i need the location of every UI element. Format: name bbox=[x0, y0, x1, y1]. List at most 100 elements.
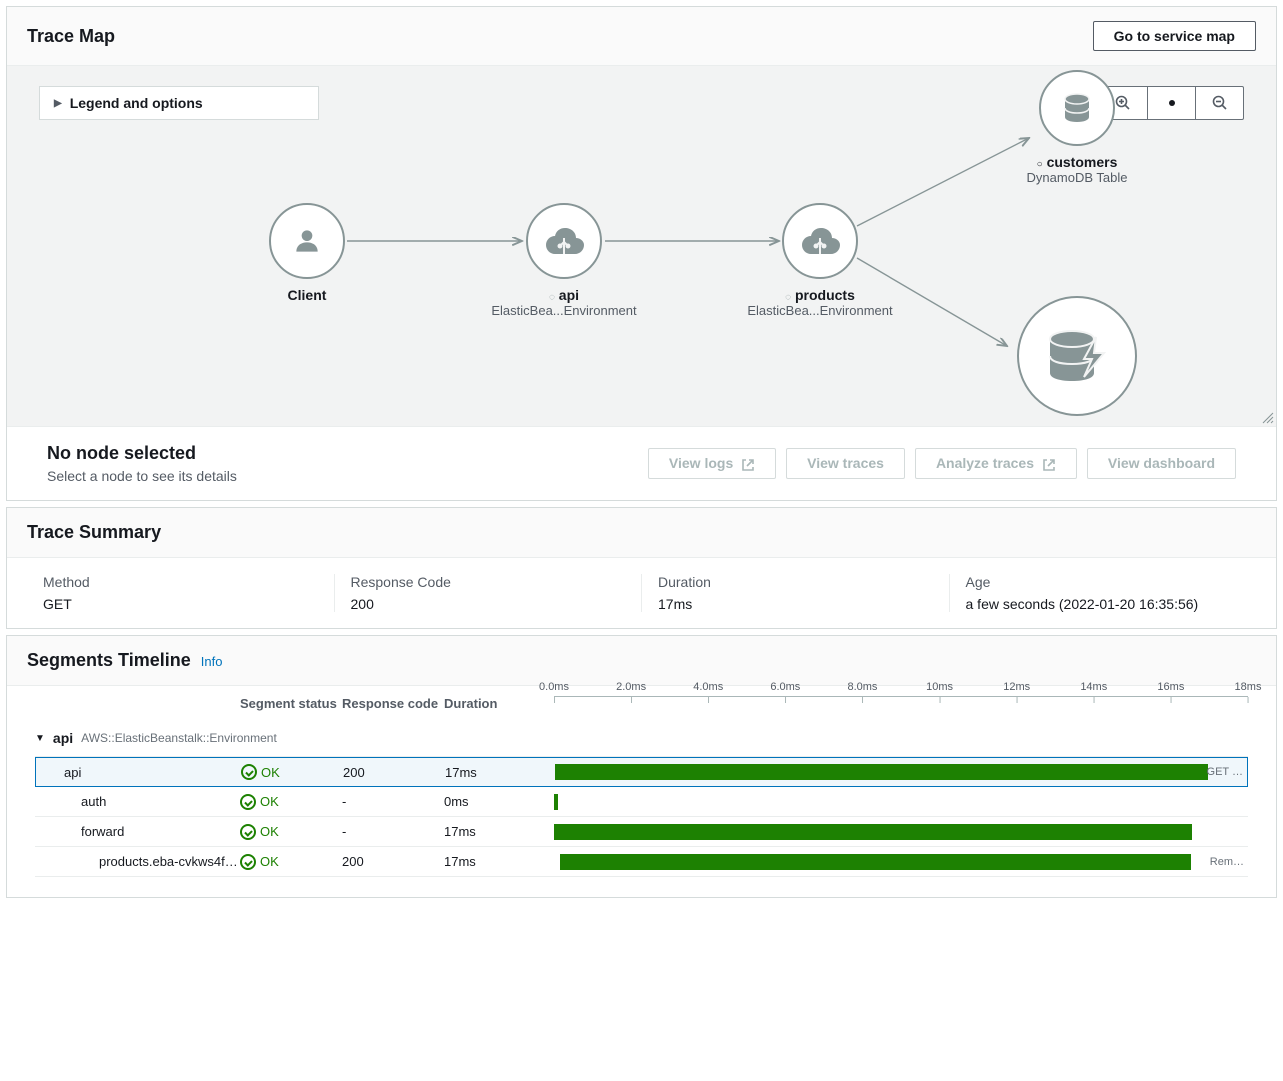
node-selection-panel: No node selected Select a node to see it… bbox=[7, 426, 1276, 500]
client-node[interactable]: Client bbox=[217, 203, 397, 303]
resize-handle-icon[interactable] bbox=[1262, 412, 1274, 424]
cloud-icon bbox=[798, 224, 842, 258]
tick: 0.0ms bbox=[539, 681, 569, 693]
status-ok-badge: OK bbox=[240, 854, 342, 870]
database-icon bbox=[1061, 93, 1093, 123]
status-ok-badge: OK bbox=[240, 794, 342, 810]
segment-bar-label: Rem… bbox=[1210, 856, 1244, 868]
tick: 14ms bbox=[1080, 681, 1107, 693]
segment-bar bbox=[555, 764, 1208, 780]
info-link[interactable]: Info bbox=[201, 654, 223, 669]
go-to-service-map-button[interactable]: Go to service map bbox=[1093, 21, 1256, 51]
customers-label: customers bbox=[1047, 154, 1118, 170]
segment-row[interactable]: authOK-0ms bbox=[35, 787, 1248, 817]
analyze-traces-button[interactable]: Analyze traces bbox=[915, 448, 1077, 478]
segment-group-header[interactable]: ▼ api AWS::ElasticBeanstalk::Environment bbox=[35, 720, 1248, 757]
storage-node[interactable] bbox=[987, 296, 1167, 416]
trace-summary-title: Trace Summary bbox=[27, 522, 161, 543]
segments-timeline-header: Segments Timeline Info bbox=[7, 636, 1276, 686]
status-ok-badge: OK bbox=[240, 824, 342, 840]
segment-duration: 17ms bbox=[444, 824, 554, 839]
tick: 8.0ms bbox=[847, 681, 877, 693]
segments-timeline-panel: Segments Timeline Info Segment status Re… bbox=[6, 635, 1277, 898]
check-circle-icon bbox=[240, 794, 256, 810]
check-circle-icon bbox=[240, 854, 256, 870]
group-name: api bbox=[53, 730, 73, 746]
zoom-out-button[interactable] bbox=[1195, 87, 1243, 119]
summary-duration-value: 17ms bbox=[658, 596, 933, 612]
segment-name: products.eba-cvkws4f… bbox=[35, 854, 240, 869]
segment-code: - bbox=[342, 824, 444, 839]
client-node-circle bbox=[269, 203, 345, 279]
legend-options-toggle[interactable]: ▶ Legend and options bbox=[39, 86, 319, 120]
segment-code: 200 bbox=[343, 765, 445, 780]
api-node[interactable]: ◌ api ElasticBea...Environment bbox=[474, 203, 654, 318]
summary-code-value: 200 bbox=[351, 596, 626, 612]
segment-code: - bbox=[342, 794, 444, 809]
tick: 10ms bbox=[926, 681, 953, 693]
col-status: Segment status bbox=[240, 696, 342, 716]
segment-name: auth bbox=[35, 794, 240, 809]
products-node-circle bbox=[782, 203, 858, 279]
check-circle-icon bbox=[240, 824, 256, 840]
tick: 18ms bbox=[1235, 681, 1262, 693]
segment-bar-container bbox=[554, 817, 1248, 846]
segment-bar-container: Rem… bbox=[554, 847, 1248, 876]
status-ok-badge: OK bbox=[241, 764, 343, 780]
segment-bar bbox=[554, 794, 558, 810]
customers-node[interactable]: ○ customers DynamoDB Table bbox=[987, 70, 1167, 185]
trace-map-canvas[interactable]: ▶ Legend and options Client bbox=[7, 66, 1276, 426]
summary-age-value: a few seconds (2022-01-20 16:35:56) bbox=[966, 596, 1241, 612]
segment-row[interactable]: apiOK20017ms GET … bbox=[35, 757, 1248, 787]
tick: 4.0ms bbox=[693, 681, 723, 693]
segments-body: Segment status Response code Duration 0.… bbox=[7, 686, 1276, 897]
user-icon bbox=[291, 225, 323, 257]
segment-row[interactable]: products.eba-cvkws4f…OK20017ms Rem… bbox=[35, 847, 1248, 877]
check-circle-icon bbox=[241, 764, 257, 780]
summary-age: Age a few seconds (2022-01-20 16:35:56) bbox=[949, 574, 1257, 612]
segment-duration: 0ms bbox=[444, 794, 554, 809]
segment-bar bbox=[554, 824, 1192, 840]
segment-duration: 17ms bbox=[445, 765, 555, 780]
external-link-icon bbox=[741, 458, 755, 472]
segment-duration: 17ms bbox=[444, 854, 554, 869]
customers-node-circle bbox=[1039, 70, 1115, 146]
segments-title: Segments Timeline bbox=[27, 650, 191, 671]
segment-name: api bbox=[36, 765, 241, 780]
segment-bar-label: GET … bbox=[1207, 766, 1243, 778]
tick: 6.0ms bbox=[770, 681, 800, 693]
summary-method: Method GET bbox=[27, 574, 334, 612]
cloud-icon bbox=[542, 224, 586, 258]
trace-map-title: Trace Map bbox=[27, 26, 115, 47]
api-subtitle: ElasticBea...Environment bbox=[474, 303, 654, 318]
segment-bar bbox=[560, 854, 1192, 870]
api-node-circle bbox=[526, 203, 602, 279]
timeline-header-row: Segment status Response code Duration 0.… bbox=[35, 696, 1248, 716]
customers-subtitle: DynamoDB Table bbox=[987, 170, 1167, 185]
trace-map-panel: Trace Map Go to service map ▶ Legend and… bbox=[6, 6, 1277, 501]
col-code: Response code bbox=[342, 696, 444, 716]
summary-duration: Duration 17ms bbox=[641, 574, 949, 612]
no-node-subtitle: Select a node to see its details bbox=[47, 468, 237, 484]
segment-row[interactable]: forwardOK-17ms bbox=[35, 817, 1248, 847]
products-subtitle: ElasticBea...Environment bbox=[730, 303, 910, 318]
segment-code: 200 bbox=[342, 854, 444, 869]
products-node[interactable]: ◌ products ElasticBea...Environment bbox=[730, 203, 910, 318]
view-traces-button[interactable]: View traces bbox=[786, 448, 905, 478]
client-label: Client bbox=[217, 287, 397, 303]
caret-right-icon: ▶ bbox=[54, 98, 62, 109]
summary-code: Response Code 200 bbox=[334, 574, 642, 612]
no-node-title: No node selected bbox=[47, 443, 237, 464]
summary-method-value: GET bbox=[43, 596, 318, 612]
timeline-axis: 0.0ms2.0ms4.0ms6.0ms8.0ms10ms12ms14ms16m… bbox=[554, 696, 1248, 716]
view-dashboard-button[interactable]: View dashboard bbox=[1087, 448, 1236, 478]
view-logs-button[interactable]: View logs bbox=[648, 448, 776, 478]
segment-name: forward bbox=[35, 824, 240, 839]
tick: 2.0ms bbox=[616, 681, 646, 693]
trace-map-header: Trace Map Go to service map bbox=[7, 7, 1276, 66]
group-type: AWS::ElasticBeanstalk::Environment bbox=[81, 731, 277, 745]
col-duration: Duration bbox=[444, 696, 554, 716]
trace-summary-body: Method GET Response Code 200 Duration 17… bbox=[7, 558, 1276, 628]
storage-node-circle bbox=[1017, 296, 1137, 416]
trace-summary-header: Trace Summary bbox=[7, 508, 1276, 558]
